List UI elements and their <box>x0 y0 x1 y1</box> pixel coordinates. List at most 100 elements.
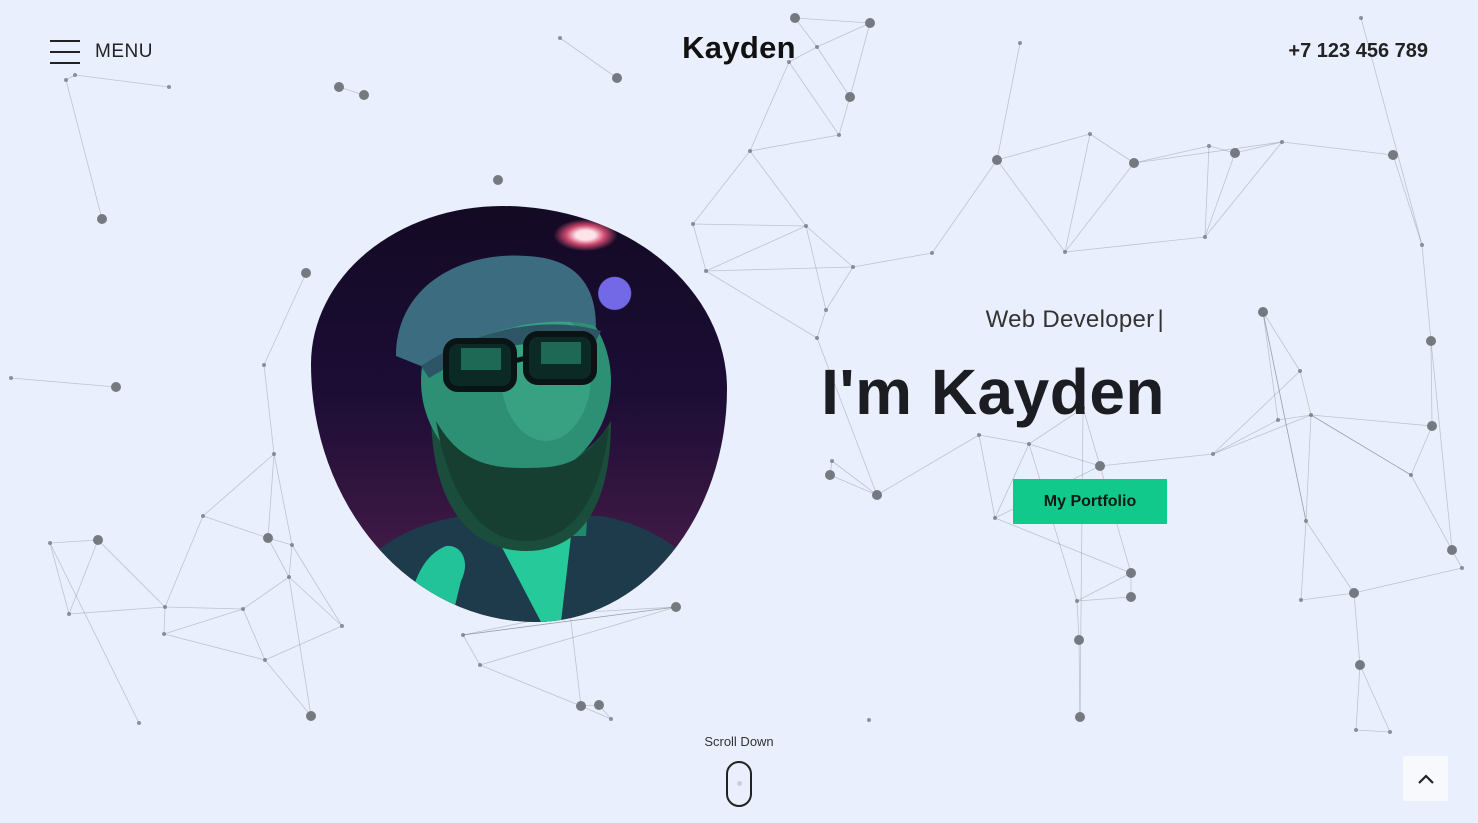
network-node <box>837 133 841 137</box>
network-node <box>1460 566 1464 570</box>
network-link <box>1204 141 1283 238</box>
network-link <box>1204 152 1236 238</box>
network-link <box>288 544 293 578</box>
network-link <box>1089 133 1135 164</box>
network-node <box>1095 461 1105 471</box>
network-node <box>461 633 465 637</box>
network-link <box>876 434 980 496</box>
network-link <box>838 96 851 136</box>
network-link <box>1353 567 1463 594</box>
network-link <box>1064 133 1091 253</box>
network-link <box>1305 414 1312 522</box>
network-link <box>273 453 293 546</box>
network-node <box>804 224 808 228</box>
network-link <box>164 515 204 608</box>
network-node <box>930 251 934 255</box>
network-link <box>1430 340 1453 551</box>
network-link <box>1212 370 1301 455</box>
network-link <box>1212 419 1279 455</box>
network-node <box>1426 336 1436 346</box>
network-node <box>1309 413 1313 417</box>
network-link <box>163 608 244 635</box>
network-node <box>1427 421 1437 431</box>
network-link <box>794 17 871 24</box>
network-link <box>1392 154 1423 246</box>
network-link <box>68 539 99 615</box>
network-link <box>288 576 312 717</box>
network-node <box>263 533 273 543</box>
network-link <box>1079 407 1084 718</box>
network-link <box>1076 572 1132 602</box>
network-link <box>852 252 933 268</box>
network-link <box>1277 414 1312 421</box>
network-node <box>97 214 107 224</box>
network-node <box>1126 592 1136 602</box>
network-node <box>48 541 52 545</box>
network-node <box>1359 16 1363 20</box>
network-node <box>73 73 77 77</box>
network-node <box>306 711 316 721</box>
hero-headline: I'm Kayden <box>821 356 1165 428</box>
network-link <box>996 159 1066 253</box>
network-node <box>287 575 291 579</box>
network-node <box>64 78 68 82</box>
network-node <box>815 336 819 340</box>
network-node <box>1088 132 1092 136</box>
network-node <box>609 717 613 721</box>
site-logo[interactable]: Kayden <box>0 30 1478 66</box>
network-link <box>1076 596 1132 602</box>
network-node <box>748 149 752 153</box>
network-link <box>267 537 290 578</box>
network-link <box>1353 592 1361 666</box>
network-node <box>1349 588 1359 598</box>
network-link <box>264 625 343 661</box>
network-link <box>10 377 117 388</box>
network-link <box>1076 600 1080 641</box>
network-link <box>1421 244 1432 342</box>
network-link <box>931 159 998 254</box>
network-node <box>241 607 245 611</box>
network-link <box>1262 311 1301 372</box>
network-node <box>263 658 267 662</box>
network-link <box>242 608 266 661</box>
network-node <box>1258 307 1268 317</box>
scroll-down-indicator[interactable]: Scroll Down <box>0 734 1478 812</box>
network-link <box>49 542 70 615</box>
network-node <box>830 459 834 463</box>
network-link <box>749 134 840 152</box>
network-node <box>992 155 1002 165</box>
network-link <box>462 634 481 666</box>
network-link <box>569 612 582 707</box>
network-node <box>1420 243 1424 247</box>
network-link <box>1212 414 1312 455</box>
network-node <box>167 85 171 89</box>
network-node <box>1304 519 1308 523</box>
role-subtitle: Web Developer | <box>986 306 1164 334</box>
network-link <box>1064 162 1135 253</box>
network-node <box>1280 140 1284 144</box>
network-node <box>201 514 205 518</box>
network-link <box>1299 370 1312 416</box>
network-node <box>1203 235 1207 239</box>
network-link <box>994 517 1132 574</box>
network-link <box>49 539 99 544</box>
network-node <box>1074 635 1084 645</box>
network-link <box>705 266 854 272</box>
network-node <box>576 701 586 711</box>
network-link <box>1300 592 1355 601</box>
network-node <box>845 92 855 102</box>
portfolio-button[interactable]: My Portfolio <box>1013 479 1167 524</box>
network-node <box>301 268 311 278</box>
network-node <box>1027 442 1031 446</box>
network-node <box>1075 712 1085 722</box>
mouse-icon <box>726 761 752 807</box>
network-node <box>67 612 71 616</box>
network-link <box>163 633 266 661</box>
network-node <box>594 700 604 710</box>
network-node <box>93 535 103 545</box>
phone-number[interactable]: +7 123 456 789 <box>1288 40 1428 63</box>
network-link <box>65 79 103 220</box>
back-to-top-button[interactable] <box>1403 756 1448 801</box>
network-node <box>9 376 13 380</box>
network-node <box>1126 568 1136 578</box>
